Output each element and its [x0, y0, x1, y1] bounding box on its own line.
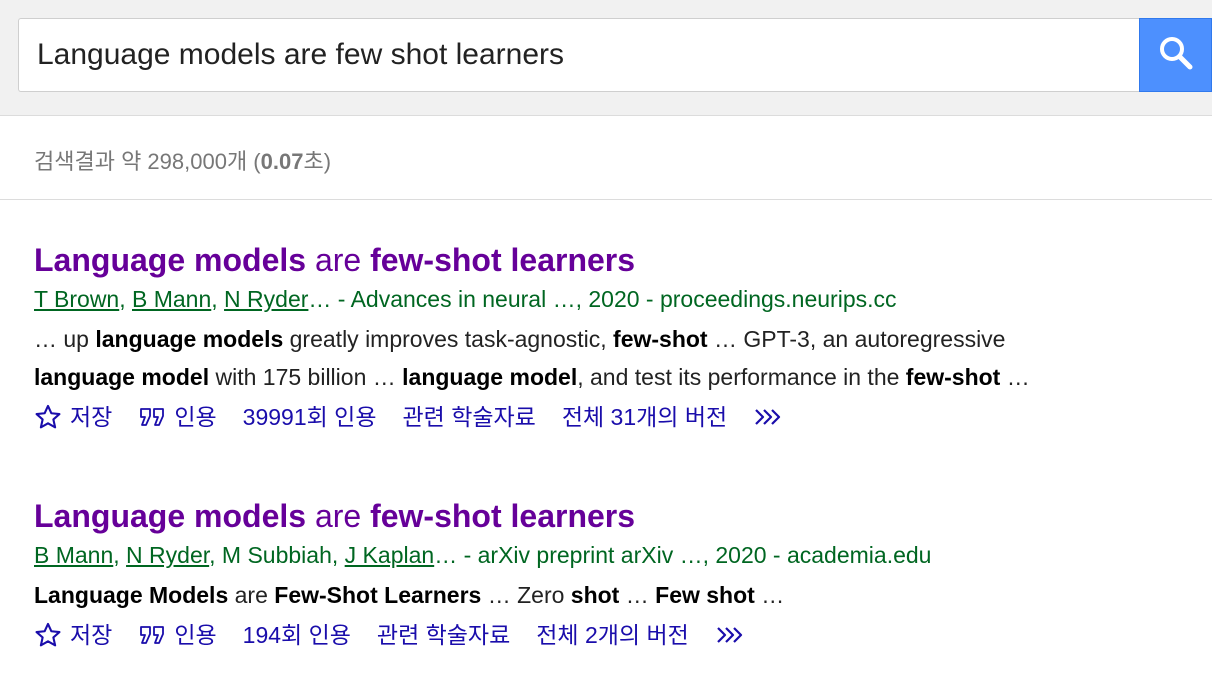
all-versions-link[interactable]: 전체 2개의 버전 — [536, 618, 689, 652]
snippet-line: … up language models greatly improves ta… — [34, 326, 1006, 352]
related-articles-link[interactable]: 관련 학술자료 — [402, 400, 535, 434]
all-versions-link[interactable]: 전체 31개의 버전 — [562, 400, 727, 434]
result-meta: T Brown, B Mann, N Ryder… - Advances in … — [34, 286, 897, 312]
double-chevron-icon — [753, 405, 785, 429]
search-result: Language models are few-shot learners B … — [34, 496, 1204, 652]
search-result: Language models are few-shot learners T … — [34, 240, 1204, 434]
save-button[interactable]: 저장 — [34, 400, 112, 434]
star-icon — [34, 403, 62, 431]
result-title[interactable]: Language models are few-shot learners — [34, 496, 1204, 536]
cite-button[interactable]: 인용 — [138, 618, 217, 652]
snippet-line: language model with 175 billion … langua… — [34, 364, 1030, 390]
result-title[interactable]: Language models are few-shot learners — [34, 240, 1204, 280]
author-link[interactable]: B Mann — [34, 542, 113, 568]
result-source: … - Advances in neural …, 2020 - proceed… — [308, 286, 897, 312]
author-link[interactable]: N Ryder — [224, 286, 308, 312]
author-link[interactable]: B Mann — [132, 286, 211, 312]
search-input[interactable] — [19, 19, 1140, 91]
related-articles-link[interactable]: 관련 학술자료 — [377, 618, 510, 652]
result-stats: 검색결과 약 298,000개 (0.07초) — [34, 149, 332, 174]
cited-by-link[interactable]: 39991회 인용 — [243, 400, 377, 434]
result-stats-bar: 검색결과 약 298,000개 (0.07초) — [0, 116, 1212, 200]
more-button[interactable] — [715, 623, 755, 647]
search-button[interactable] — [1139, 18, 1212, 92]
quote-icon — [138, 405, 166, 429]
quote-icon — [138, 623, 166, 647]
result-meta: B Mann, N Ryder, M Subbiah, J Kaplan… - … — [34, 542, 932, 568]
star-icon — [34, 621, 62, 649]
author-link[interactable]: T Brown — [34, 286, 119, 312]
more-button[interactable] — [753, 405, 793, 429]
cited-by-link[interactable]: 194회 인용 — [243, 618, 351, 652]
result-snippet: Language Models are Few-Shot Learners … … — [34, 576, 1204, 614]
save-button[interactable]: 저장 — [34, 618, 112, 652]
author-link[interactable]: N Ryder — [126, 542, 209, 568]
snippet-line: Language Models are Few-Shot Learners … … — [34, 582, 785, 608]
search-header — [0, 0, 1212, 116]
result-actions: 저장 인용 194회 인용 관련 학술자료 전체 2개의 버전 — [34, 618, 1204, 652]
search-icon — [1158, 35, 1194, 76]
result-actions: 저장 인용 39991회 인용 관련 학술자료 전체 31개의 버전 — [34, 400, 1204, 434]
result-snippet: … up language models greatly improves ta… — [34, 320, 1204, 396]
double-chevron-icon — [715, 623, 747, 647]
cite-button[interactable]: 인용 — [138, 400, 217, 434]
author-name: M Subbiah — [221, 542, 332, 568]
search-box — [18, 18, 1140, 92]
result-source: … - arXiv preprint arXiv …, 2020 - acade… — [434, 542, 932, 568]
author-link[interactable]: J Kaplan — [345, 542, 435, 568]
